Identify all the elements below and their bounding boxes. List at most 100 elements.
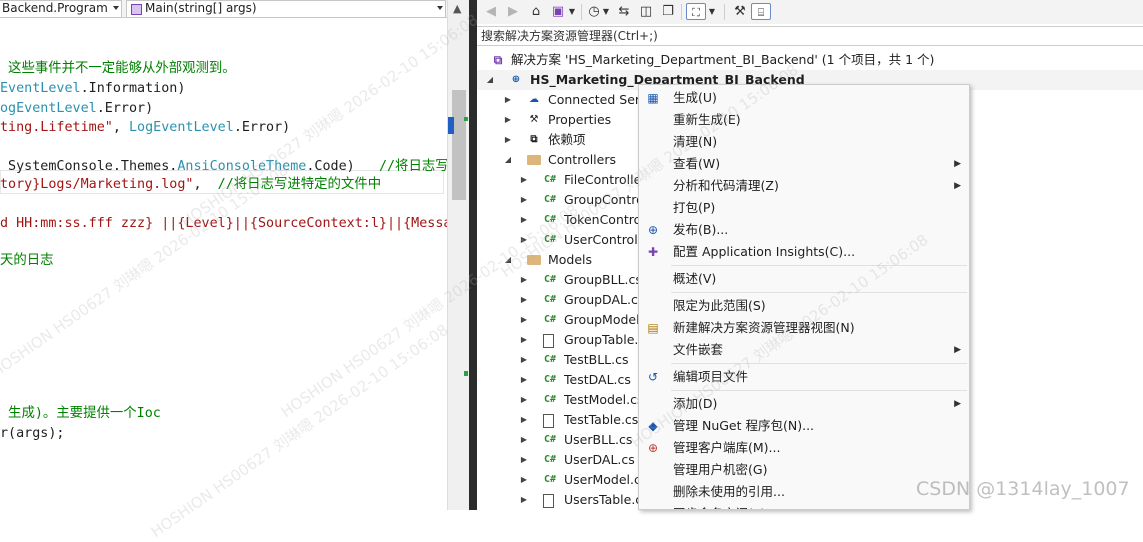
menu-item[interactable]: 添加(D) ▶ xyxy=(639,393,969,415)
folder-icon xyxy=(527,155,541,165)
forward-icon[interactable]: ▶ xyxy=(505,3,521,20)
menu-item[interactable]: 查看(W) ▶ xyxy=(639,153,969,175)
menu-item[interactable]: 限定为此范围(S) xyxy=(639,295,969,317)
scroll-up-icon[interactable]: ▲ xyxy=(453,2,461,15)
tree-item-label: TestTable.cs xyxy=(564,412,639,427)
client-lib-icon: ⊕ xyxy=(647,441,659,455)
chevron-down-icon[interactable]: ▼ xyxy=(567,3,577,20)
collapsed-arrow-icon[interactable]: ▶ xyxy=(503,90,513,110)
collapsed-arrow-icon[interactable]: ▶ xyxy=(519,450,529,470)
csdn-watermark: CSDN @1314lay_1007 xyxy=(916,478,1130,500)
code-line[interactable]: 这些事件并不一定能够从外部观测到。 xyxy=(0,60,236,78)
tree-item-label: 依赖项 xyxy=(548,132,586,147)
home-icon[interactable]: ⌂ xyxy=(527,3,545,20)
switch-views-icon[interactable]: ▣ xyxy=(549,3,567,20)
tree-item-label: UserBLL.cs xyxy=(564,432,633,447)
tree-item-label: GroupBLL.cs xyxy=(564,272,642,287)
collapsed-arrow-icon[interactable]: ▶ xyxy=(503,130,513,150)
menu-item[interactable]: ⊕ 发布(B)... xyxy=(639,219,969,241)
csharp-file-icon: C# xyxy=(543,394,557,405)
code-line[interactable]: SystemConsole.Themes.AnsiConsoleTheme.Co… xyxy=(0,158,447,176)
chevron-down-icon[interactable]: ▼ xyxy=(601,3,611,20)
expanded-arrow-icon[interactable]: ◢ xyxy=(503,150,513,170)
expanded-arrow-icon[interactable]: ◢ xyxy=(485,70,495,90)
refresh-icon[interactable]: ◫ xyxy=(637,3,655,20)
collapsed-arrow-icon[interactable]: ▶ xyxy=(519,470,529,490)
menu-item[interactable]: ▤ 新建解决方案资源管理器视图(N) xyxy=(639,317,969,339)
sync-active-document-icon[interactable]: ⇆ xyxy=(615,3,633,20)
tree-solution-node[interactable]: ⧉ 解决方案 'HS_Marketing_Department_BI_Backe… xyxy=(477,50,1143,70)
solution-label: 解决方案 'HS_Marketing_Department_BI_Backend… xyxy=(511,52,935,67)
new-view-icon: ▤ xyxy=(647,321,659,335)
collapsed-arrow-icon[interactable]: ▶ xyxy=(519,310,529,330)
solution-search-input[interactable] xyxy=(481,28,1121,44)
menu-item[interactable]: 文件嵌套 ▶ xyxy=(639,339,969,361)
code-line[interactable]: ting.Lifetime", LogEventLevel.Error) xyxy=(0,119,290,137)
code-editor[interactable]: Backend.Program Main(string[] args) 这些事件… xyxy=(0,0,447,510)
collapse-all-icon[interactable]: ❐ xyxy=(659,3,677,20)
expanded-arrow-icon[interactable]: ◢ xyxy=(503,250,513,270)
code-token-type: EventLevel xyxy=(0,81,81,96)
code-line[interactable]: ogEventLevel.Error) xyxy=(0,100,153,118)
nuget-icon: ◆ xyxy=(648,419,658,433)
csharp-file-icon: C# xyxy=(543,314,557,325)
collapsed-arrow-icon[interactable]: ▶ xyxy=(519,330,529,350)
menu-item[interactable]: 重新生成(E) xyxy=(639,109,969,131)
menu-item-label: 管理 NuGet 程序包(N)... xyxy=(673,418,815,433)
tree-item-label: UserDAL.cs xyxy=(564,452,635,467)
collapsed-arrow-icon[interactable]: ▶ xyxy=(519,490,529,510)
menu-item[interactable]: ↺ 编辑项目文件 xyxy=(639,366,969,388)
collapsed-arrow-icon[interactable]: ▶ xyxy=(519,390,529,410)
collapsed-arrow-icon[interactable]: ▶ xyxy=(519,370,529,390)
collapsed-arrow-icon[interactable]: ▶ xyxy=(519,190,529,210)
csharp-file-icon: C# xyxy=(543,194,557,205)
collapsed-arrow-icon[interactable]: ▶ xyxy=(503,110,513,130)
menu-item[interactable]: ◆ 管理 NuGet 程序包(N)... xyxy=(639,415,969,437)
editor-vertical-scrollbar[interactable]: ▲ xyxy=(447,0,470,510)
menu-item[interactable]: ▦ 生成(U) xyxy=(639,87,969,109)
back-icon[interactable]: ◀ xyxy=(483,3,499,20)
code-line[interactable]: tory}Logs/Marketing.log", //将日志写进特定的文件中 xyxy=(0,176,381,194)
collapsed-arrow-icon[interactable]: ▶ xyxy=(519,350,529,370)
collapsed-arrow-icon[interactable]: ▶ xyxy=(519,230,529,250)
chevron-down-icon[interactable]: ▼ xyxy=(707,3,717,20)
code-token-type: ogEventLevel xyxy=(0,101,97,116)
menu-item[interactable]: 清理(N) xyxy=(639,131,969,153)
solution-search-box[interactable] xyxy=(477,26,1143,46)
menu-item-label: 编辑项目文件 xyxy=(673,369,749,384)
code-token-string: d HH:mm:ss.fff zzz} ||{Level}||{SourceCo… xyxy=(0,216,447,231)
method-dropdown[interactable]: Main(string[] args) xyxy=(126,0,446,18)
panel-splitter[interactable] xyxy=(469,0,477,510)
code-line[interactable]: d HH:mm:ss.fff zzz} ||{Level}||{SourceCo… xyxy=(0,215,447,233)
menu-item[interactable]: ✚ 配置 Application Insights(C)... xyxy=(639,241,969,263)
menu-separator xyxy=(671,363,967,364)
menu-item[interactable]: 分析和代码清理(Z) ▶ xyxy=(639,175,969,197)
tree-item-label: Properties xyxy=(548,112,612,127)
menu-item[interactable]: ⊕ 管理客户端库(M)... xyxy=(639,437,969,459)
menu-item-label: 生成(U) xyxy=(673,90,717,105)
code-line[interactable]: 生成)。主要提供一个Ioc xyxy=(0,405,161,423)
edit-file-icon: ↺ xyxy=(647,370,659,384)
preview-selected-items-icon[interactable]: ⌸ xyxy=(751,3,771,20)
code-line[interactable]: r(args); xyxy=(0,425,65,443)
menu-item[interactable]: 概述(V) xyxy=(639,268,969,290)
code-line[interactable]: EventLevel.Information) xyxy=(0,80,185,98)
collapsed-arrow-icon[interactable]: ▶ xyxy=(519,170,529,190)
folder-icon xyxy=(527,255,541,265)
menu-item[interactable]: 打包(P) xyxy=(639,197,969,219)
collapsed-arrow-icon[interactable]: ▶ xyxy=(519,270,529,290)
show-all-files-icon[interactable]: ⛶ xyxy=(686,3,706,20)
menu-item[interactable]: 同步命名空间(Y) xyxy=(639,503,969,509)
properties-wrench-icon[interactable]: ⚒ xyxy=(731,3,749,20)
menu-item-label: 文件嵌套 xyxy=(673,342,724,357)
code-token-text: .Error) xyxy=(96,101,154,116)
collapsed-arrow-icon[interactable]: ▶ xyxy=(519,290,529,310)
collapsed-arrow-icon[interactable]: ▶ xyxy=(519,430,529,450)
collapsed-arrow-icon[interactable]: ▶ xyxy=(519,210,529,230)
code-line[interactable]: 天的日志 xyxy=(0,252,54,270)
class-dropdown[interactable]: Backend.Program xyxy=(0,0,122,18)
menu-item-label: 管理客户端库(M)... xyxy=(673,440,781,455)
collapsed-arrow-icon[interactable]: ▶ xyxy=(519,410,529,430)
code-token-comment: 生成)。主要提供一个Ioc xyxy=(0,406,161,421)
scrollbar-thumb[interactable] xyxy=(452,90,466,200)
